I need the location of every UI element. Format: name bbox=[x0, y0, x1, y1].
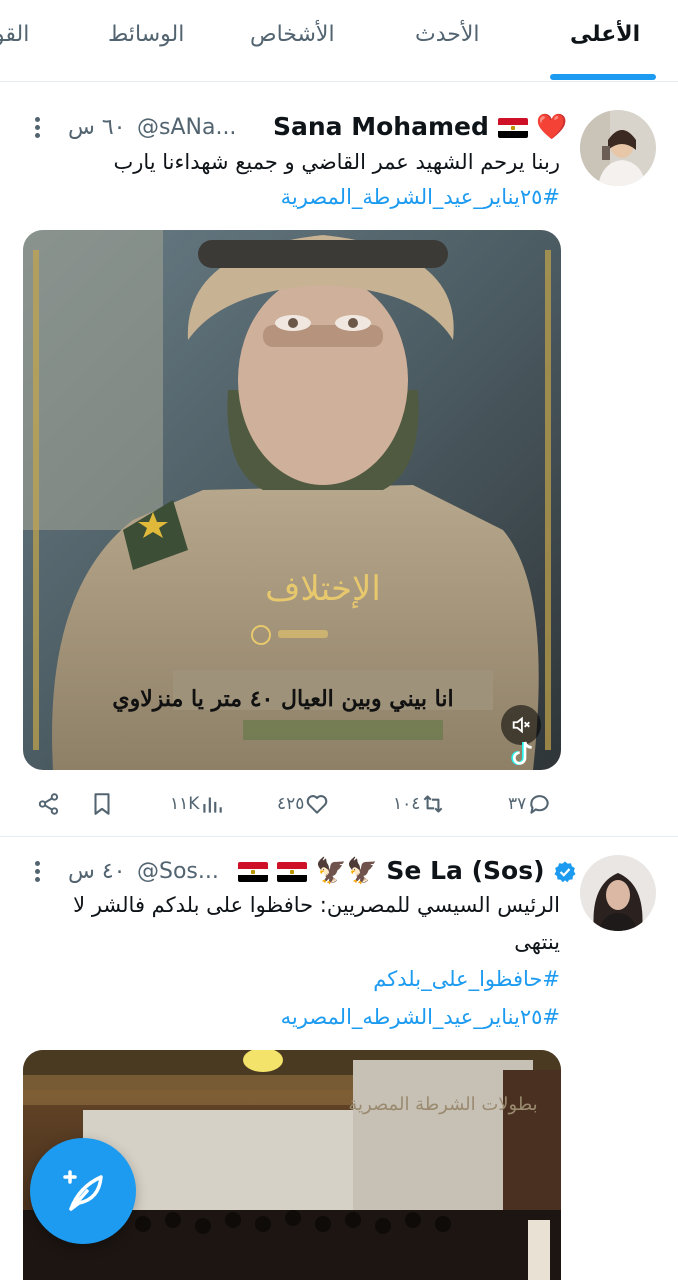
tweet-handle: @Sos... bbox=[137, 859, 219, 884]
display-name-text: Sana Mohamed bbox=[273, 112, 489, 141]
wall-text: بطولات الشرطة المصرية bbox=[348, 1094, 537, 1115]
tweet-text-line-2: ينتهى bbox=[514, 930, 560, 954]
tiktok-icon bbox=[505, 738, 537, 770]
egypt-flag-icon bbox=[497, 118, 528, 138]
tab-top[interactable]: الأعلى bbox=[570, 22, 640, 47]
tweet-text-line-1: الرئيس السيسي للمصريين: حافظوا على بلدكم… bbox=[73, 893, 560, 917]
heart-icon bbox=[307, 795, 328, 814]
search-tabs: القو الوسائط الأشخاص الأحدث الأعلى bbox=[0, 0, 678, 82]
views-icon bbox=[203, 797, 223, 813]
video-overlay-title: الإختلاف bbox=[265, 569, 381, 609]
tab-latest[interactable]: الأحدث bbox=[415, 22, 480, 47]
tab-media[interactable]: الوسائط bbox=[108, 22, 184, 47]
tweet-text: ربنا يرحم الشهيد عمر القاضي و جميع شهداء… bbox=[113, 150, 560, 174]
tweet-video[interactable]: الإختلاف انا بيني وبين العيال ٤٠ متر يا … bbox=[23, 230, 561, 770]
retweet-icon bbox=[424, 795, 443, 813]
video-caption: انا بيني وبين العيال ٤٠ متر يا منزلاوي bbox=[112, 686, 453, 712]
display-name-text: Se La (Sos) bbox=[386, 856, 545, 885]
tweet-divider bbox=[0, 836, 678, 837]
tab-people[interactable]: الأشخاص bbox=[250, 22, 335, 47]
avatar[interactable] bbox=[580, 855, 656, 931]
display-name[interactable]: Sana Mohamed ❤️ bbox=[273, 112, 567, 142]
hashtag-link[interactable]: #٢٥يناير_عيد_الشرطه_المصريه bbox=[281, 1005, 560, 1029]
like-count: ٤٢٥ bbox=[277, 794, 305, 814]
more-options-icon[interactable] bbox=[27, 858, 47, 888]
retweet-button[interactable]: ١٠٤ bbox=[393, 787, 446, 821]
views-button[interactable]: ١١K bbox=[170, 787, 225, 821]
eagle-emoji: 🦅🦅 bbox=[315, 856, 378, 885]
tweet-actions: ١١K ٤٢٥ ١٠٤ ٣٧ bbox=[0, 787, 678, 821]
reply-count: ٣٧ bbox=[508, 794, 527, 814]
compose-button[interactable] bbox=[30, 1138, 136, 1244]
reply-button[interactable]: ٣٧ bbox=[508, 787, 552, 821]
tweet-time: ٦٠ س bbox=[68, 115, 126, 140]
avatar[interactable] bbox=[580, 110, 656, 186]
views-count: ١١K bbox=[170, 794, 200, 814]
tab-live[interactable]: القو bbox=[0, 22, 29, 47]
display-name[interactable]: 🦅🦅 Se La (Sos) bbox=[238, 856, 577, 886]
like-button[interactable]: ٤٢٥ bbox=[277, 787, 330, 821]
heart-emoji: ❤️ bbox=[536, 112, 568, 141]
share-icon[interactable] bbox=[36, 787, 62, 821]
tweet-time: ٤٠ س bbox=[68, 859, 126, 884]
retweet-count: ١٠٤ bbox=[393, 794, 421, 814]
tweet-handle: @sANa... bbox=[137, 115, 237, 140]
hashtag-link[interactable]: #حافظوا_على_بلدكم bbox=[373, 967, 560, 991]
active-tab-indicator bbox=[550, 74, 656, 80]
more-options-icon[interactable] bbox=[27, 114, 47, 144]
bookmark-icon[interactable] bbox=[89, 787, 115, 821]
hashtag-link[interactable]: #٢٥يناير_عيد_الشرطة_المصرية bbox=[281, 185, 560, 209]
reply-icon bbox=[530, 795, 549, 814]
verified-badge-icon bbox=[554, 861, 576, 883]
compose-feather-icon bbox=[63, 1170, 103, 1211]
egypt-flag-icon bbox=[238, 862, 268, 882]
egypt-flag-icon bbox=[276, 862, 307, 882]
